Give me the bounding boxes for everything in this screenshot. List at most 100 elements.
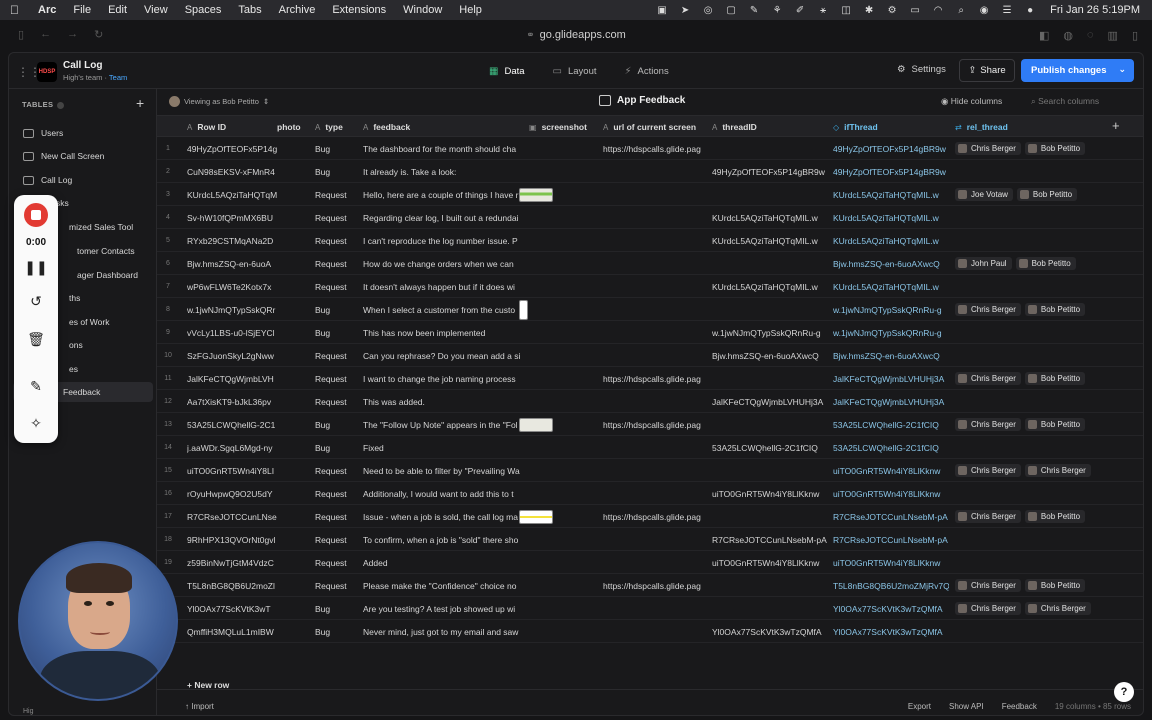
type-cell[interactable]: Bug bbox=[315, 160, 359, 183]
user-chip[interactable]: Bob Petitto bbox=[1024, 142, 1086, 155]
row-id-cell[interactable]: R7CRseJOTCCunLNse bbox=[187, 505, 279, 528]
if-thread-cell[interactable]: JalKFeCTQgWjmbLVHUHj3A bbox=[833, 367, 949, 390]
row-id-cell[interactable]: vVcLy1LBS-u0-lSjEYCl bbox=[187, 321, 279, 344]
boost-icon[interactable]: ◌ bbox=[1087, 29, 1094, 42]
type-cell[interactable]: Request bbox=[315, 183, 359, 206]
screenshot-thumbnail[interactable] bbox=[519, 509, 553, 524]
restart-icon[interactable]: ↺ bbox=[14, 293, 58, 310]
url-cell[interactable] bbox=[603, 321, 703, 344]
thread-id-cell[interactable] bbox=[712, 298, 828, 321]
user-chip[interactable]: Chris Berger bbox=[955, 418, 1021, 431]
row-number-cell[interactable]: 4 bbox=[157, 206, 179, 229]
type-cell[interactable]: Request bbox=[315, 551, 359, 574]
if-thread-cell[interactable]: T5L8nBG8QB6U2moZMjRv7Q bbox=[833, 574, 949, 597]
show-api-button[interactable]: Show API bbox=[949, 702, 984, 711]
control-center-icon[interactable]: ☰ bbox=[1000, 4, 1014, 16]
if-thread-cell[interactable]: uiTO0GnRT5Wn4iY8LlKknw bbox=[833, 459, 949, 482]
row-id-cell[interactable]: SzFGJuonSkyL2gNww bbox=[187, 344, 279, 367]
rel-thread-cell[interactable]: Chris Berger Chris Berger bbox=[955, 597, 1105, 620]
row-id-cell[interactable]: CuN98sEKSV-xFMnR4 bbox=[187, 160, 279, 183]
column-header-url[interactable]: Aurl of current screen bbox=[603, 116, 703, 138]
feedback-cell[interactable]: Added bbox=[363, 551, 523, 574]
table-row[interactable]: 19 z59BinNwTjGtM4VdzC Request Added uiTO0GnR… bbox=[157, 551, 1143, 574]
row-number-cell[interactable]: 15 bbox=[157, 459, 179, 482]
wifi-icon[interactable]: ◠ bbox=[931, 4, 945, 16]
row-number-cell[interactable]: 12 bbox=[157, 390, 179, 413]
screenshot-cell[interactable] bbox=[515, 206, 599, 229]
table-row[interactable]: 15 uiTO0GnRT5Wn4iY8LI Request Need to be ab… bbox=[157, 459, 1143, 482]
user-chip[interactable]: Chris Berger bbox=[1024, 602, 1091, 615]
row-id-cell[interactable]: uiTO0GnRT5Wn4iY8LI bbox=[187, 459, 279, 482]
row-id-cell[interactable]: QmffiH3MQLuL1mIBW bbox=[187, 620, 279, 643]
screenshot-cell[interactable] bbox=[515, 459, 599, 482]
browser-icon[interactable]: ◎ bbox=[701, 4, 715, 16]
user-icon[interactable]: ◉ bbox=[977, 4, 991, 16]
hide-columns-button[interactable]: ◉ Hide columns bbox=[941, 96, 1002, 107]
row-id-cell[interactable]: 53A25LCWQhellG-2C1 bbox=[187, 413, 279, 436]
type-cell[interactable]: Request bbox=[315, 528, 359, 551]
type-cell[interactable]: Request bbox=[315, 505, 359, 528]
rel-thread-cell[interactable] bbox=[955, 436, 1105, 459]
column-header-photo[interactable]: photo bbox=[277, 116, 307, 138]
url-cell[interactable] bbox=[603, 183, 703, 206]
user-chip[interactable]: Chris Berger bbox=[955, 303, 1021, 316]
user-chip[interactable]: Bob Petitto bbox=[1024, 510, 1086, 523]
settings-button[interactable]: ⚙ Settings bbox=[897, 64, 946, 75]
column-header-rel-thread[interactable]: ⇄ rel_thread bbox=[955, 116, 1105, 138]
feedback-cell[interactable]: The "Follow Up Note" appears in the "Fol bbox=[363, 413, 523, 436]
rel-thread-cell[interactable] bbox=[955, 620, 1105, 643]
url-cell[interactable] bbox=[603, 482, 703, 505]
webcam-bubble[interactable] bbox=[18, 541, 178, 701]
row-number-cell[interactable]: 17 bbox=[157, 505, 179, 528]
url-cell[interactable] bbox=[603, 597, 703, 620]
row-id-cell[interactable]: Sv-hW10fQPmMX6BU bbox=[187, 206, 279, 229]
column-header-feedback[interactable]: Afeedback bbox=[363, 116, 513, 138]
panel-icon[interactable]: ▯ bbox=[1132, 29, 1138, 42]
row-id-cell[interactable]: Aa7tXisKT9-bJkL36pv bbox=[187, 390, 279, 413]
info-icon[interactable] bbox=[57, 101, 65, 109]
if-thread-cell[interactable]: 53A25LCWQhellG-2C1fCIQ bbox=[833, 436, 949, 459]
thread-id-cell[interactable] bbox=[712, 574, 828, 597]
help-button[interactable]: ? bbox=[1114, 682, 1134, 702]
url-cell[interactable] bbox=[603, 298, 703, 321]
url-cell[interactable]: https://hdspcalls.glide.pag bbox=[603, 574, 703, 597]
thread-id-cell[interactable]: Bjw.hmsZSQ-en-6uoAXwcQ bbox=[712, 344, 828, 367]
type-cell[interactable]: Request bbox=[315, 229, 359, 252]
thread-id-cell[interactable] bbox=[712, 459, 828, 482]
row-number-cell[interactable]: 6 bbox=[157, 252, 179, 275]
table-row[interactable]: QmffiH3MQLuL1mIBW Bug Never mind, just got… bbox=[157, 620, 1143, 643]
type-cell[interactable]: Bug bbox=[315, 436, 359, 459]
feedback-cell[interactable]: Regarding clear log, I built out a redun… bbox=[363, 206, 523, 229]
table-row[interactable]: 18 9RhHPX13QVOrNt0gvl Request To confirm, w… bbox=[157, 528, 1143, 551]
pen-icon[interactable]: ✎ bbox=[14, 378, 58, 395]
screenshot-thumbnail[interactable] bbox=[519, 299, 528, 320]
row-id-cell[interactable]: Yl0OAx77ScKVtK3wT bbox=[187, 597, 279, 620]
type-cell[interactable]: Request bbox=[315, 275, 359, 298]
rel-thread-cell[interactable] bbox=[955, 206, 1105, 229]
row-id-cell[interactable]: rOyuHwpwQ9O2U5dY bbox=[187, 482, 279, 505]
search-icon[interactable]: ⌕ bbox=[954, 4, 968, 16]
thread-id-cell[interactable]: KUrdcL5AQziTaHQTqMIL.w bbox=[712, 229, 828, 252]
sidebar-item-new-call-screen[interactable]: New Call Screen bbox=[23, 146, 153, 166]
thread-id-cell[interactable]: 49HyZpOfTEOFx5P14gBR9w bbox=[712, 160, 828, 183]
extension-icon[interactable]: ◧ bbox=[1039, 29, 1049, 42]
thread-id-cell[interactable] bbox=[712, 367, 828, 390]
row-number-cell[interactable]: 10 bbox=[157, 344, 179, 367]
table-row[interactable]: Yl0OAx77ScKVtK3wT Bug Are you testing? A t… bbox=[157, 597, 1143, 620]
row-number-cell[interactable]: 8 bbox=[157, 298, 179, 321]
feedback-cell[interactable]: Are you testing? A test job showed up wi bbox=[363, 597, 523, 620]
battery-icon[interactable]: ▭ bbox=[908, 4, 922, 16]
menu-extensions[interactable]: Extensions bbox=[332, 4, 386, 16]
menu-file[interactable]: File bbox=[73, 4, 91, 16]
url-cell[interactable] bbox=[603, 436, 703, 459]
type-cell[interactable]: Request bbox=[315, 390, 359, 413]
brush-icon[interactable]: ✐ bbox=[793, 4, 807, 16]
type-cell[interactable]: Bug bbox=[315, 620, 359, 643]
table-row[interactable]: 1 49HyZpOfTEOFx5P14g Bug The dashboard for … bbox=[157, 137, 1143, 160]
screenshot-thumbnail[interactable] bbox=[519, 187, 553, 202]
import-button[interactable]: ↑ Import bbox=[185, 702, 214, 711]
thread-id-cell[interactable]: uiTO0GnRT5Wn4iY8LlKknw bbox=[712, 551, 828, 574]
screenshot-cell[interactable] bbox=[515, 390, 599, 413]
screenshot-cell[interactable] bbox=[515, 321, 599, 344]
rel-thread-cell[interactable] bbox=[955, 160, 1105, 183]
